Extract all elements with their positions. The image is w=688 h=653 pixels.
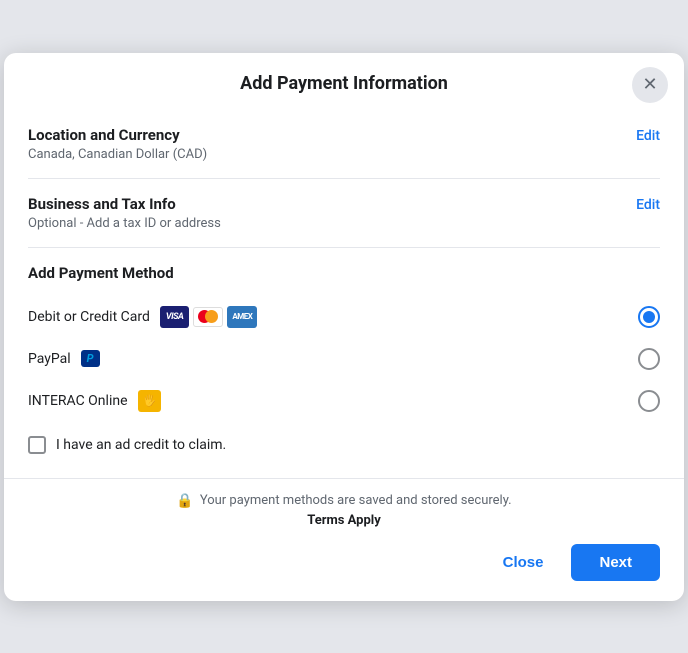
modal-body: Location and Currency Canada, Canadian D… bbox=[4, 110, 684, 534]
secure-row: 🔒 Your payment methods are saved and sto… bbox=[176, 493, 511, 509]
payment-option-interac[interactable]: INTERAC Online 🖐 bbox=[28, 380, 660, 422]
close-footer-button[interactable]: Close bbox=[487, 546, 560, 579]
business-info: Business and Tax Info Optional - Add a t… bbox=[28, 195, 221, 231]
secure-text: Your payment methods are saved and store… bbox=[200, 493, 512, 508]
modal-title: Add Payment Information bbox=[240, 73, 448, 94]
payment-option-card[interactable]: Debit or Credit Card VISA AMEX bbox=[28, 296, 660, 338]
payment-method-section: Add Payment Method Debit or Credit Card … bbox=[28, 248, 660, 478]
interac-radio[interactable] bbox=[638, 390, 660, 412]
location-title: Location and Currency bbox=[28, 126, 207, 144]
ad-credit-label: I have an ad credit to claim. bbox=[56, 437, 226, 453]
secure-info: 🔒 Your payment methods are saved and sto… bbox=[28, 479, 660, 534]
next-button[interactable]: Next bbox=[571, 544, 660, 581]
card-radio[interactable] bbox=[638, 306, 660, 328]
paypal-icon: P bbox=[81, 350, 100, 367]
ad-credit-checkbox[interactable] bbox=[28, 436, 46, 454]
business-edit-link[interactable]: Edit bbox=[636, 197, 660, 213]
visa-icon: VISA bbox=[160, 306, 190, 328]
business-section: Business and Tax Info Optional - Add a t… bbox=[28, 179, 660, 248]
card-label: Debit or Credit Card bbox=[28, 309, 150, 325]
payment-method-title: Add Payment Method bbox=[28, 264, 660, 282]
location-section: Location and Currency Canada, Canadian D… bbox=[28, 110, 660, 179]
interac-label: INTERAC Online bbox=[28, 393, 128, 409]
ad-credit-row[interactable]: I have an ad credit to claim. bbox=[28, 422, 660, 470]
location-info: Location and Currency Canada, Canadian D… bbox=[28, 126, 207, 162]
business-subtitle: Optional - Add a tax ID or address bbox=[28, 216, 221, 231]
modal-close-button[interactable]: ✕ bbox=[632, 67, 668, 103]
lock-icon: 🔒 bbox=[176, 493, 193, 509]
paypal-radio[interactable] bbox=[638, 348, 660, 370]
modal-header: Add Payment Information ✕ bbox=[4, 53, 684, 110]
add-payment-modal: Add Payment Information ✕ Location and C… bbox=[4, 53, 684, 601]
paypal-label: PayPal bbox=[28, 351, 71, 367]
business-title: Business and Tax Info bbox=[28, 195, 221, 213]
amex-icon: AMEX bbox=[227, 306, 257, 328]
terms-link[interactable]: Terms Apply bbox=[307, 513, 381, 528]
location-subtitle: Canada, Canadian Dollar (CAD) bbox=[28, 147, 207, 162]
payment-option-paypal[interactable]: PayPal P bbox=[28, 338, 660, 380]
interac-icon: 🖐 bbox=[138, 390, 162, 412]
modal-footer: Close Next bbox=[4, 534, 684, 601]
card-icons: VISA AMEX bbox=[160, 306, 257, 328]
location-edit-link[interactable]: Edit bbox=[636, 128, 660, 144]
mastercard-icon bbox=[193, 307, 223, 327]
